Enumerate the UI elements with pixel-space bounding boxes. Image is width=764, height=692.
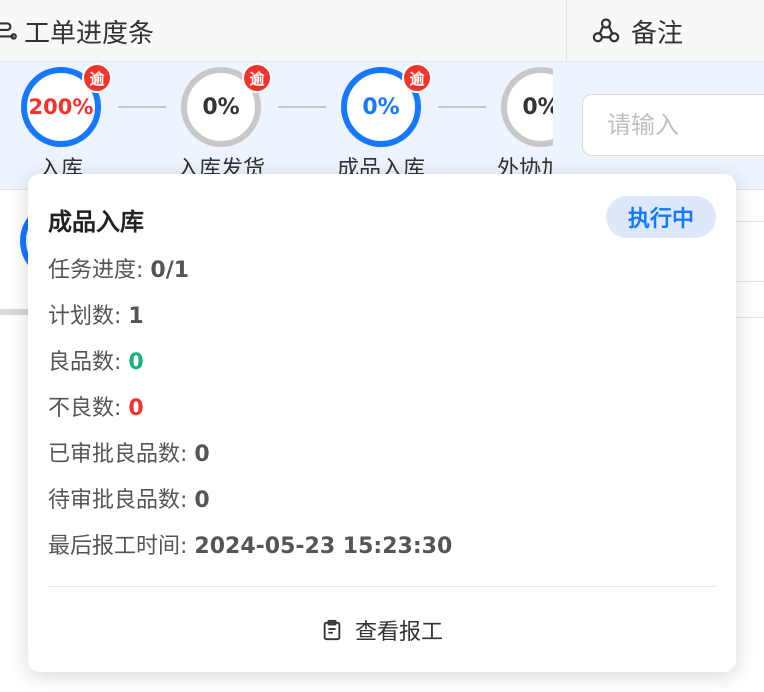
row-divider [736,281,764,282]
overdue-badge: 逾 [82,63,112,93]
table-header: 工单进度条 备注 [0,0,764,62]
remark-input[interactable] [582,94,764,156]
last-report-time-row: 最后报工时间: 2024-05-23 15:23:30 [48,528,452,560]
remark-icon [592,18,620,43]
defect-count-row: 不良数: 0 [48,390,144,422]
task-progress-row: 任务进度: 0/1 [48,252,189,284]
progress-percent: 0% [202,94,240,120]
progress-percent: 0% [522,94,553,120]
popover-title: 成品入库 [48,208,144,236]
view-report-button[interactable]: 查看报工 [28,606,736,654]
progress-ring: 0% [501,67,553,147]
overdue-badge: 逾 [242,63,272,93]
info-value: 0 [194,442,210,467]
progress-percent: 200% [28,95,94,119]
view-report-label: 查看报工 [354,620,443,645]
progress-percent: 0% [362,94,400,120]
info-label: 不良数: [48,396,122,421]
info-label: 良品数: [48,350,122,375]
info-label: 已审批良品数: [48,442,188,467]
step-connector [118,106,166,108]
clipboard-icon [323,619,341,641]
info-value: 0 [194,488,210,513]
info-value: 1 [128,304,144,329]
table-row: 200% 逾 入库 0% 逾 入库发货 0% 逾 成品入库 0% [0,62,764,190]
info-label: 最后报工时间: [48,534,188,559]
info-label: 计划数: [48,304,122,329]
step-detail-popover: 成品入库 执行中 任务进度: 0/1 计划数: 1 良品数: 0 不良数: 0 … [28,174,736,672]
workflow-icon [0,22,17,40]
info-label: 待审批良品数: [48,488,188,513]
step-connector [278,106,326,108]
planned-count-row: 计划数: 1 [48,298,144,330]
pending-good-row: 待审批良品数: 0 [48,482,210,514]
row-divider [736,317,764,318]
good-count-row: 良品数: 0 [48,344,144,376]
remark-column-header: 备注 [566,0,764,62]
row-divider [736,221,764,222]
info-value: 2024-05-23 15:23:30 [194,534,453,559]
info-value: 0 [128,396,144,421]
progress-column-header: 工单进度条 [0,0,566,62]
remark-column-title: 备注 [631,18,684,49]
progress-steps: 200% 逾 入库 0% 逾 入库发货 0% 逾 成品入库 0% [0,62,553,190]
step-connector [438,106,486,108]
info-label: 任务进度: [48,258,144,283]
overdue-badge: 逾 [402,63,432,93]
popover-divider [48,586,716,587]
progress-column-title: 工单进度条 [24,18,155,49]
approved-good-row: 已审批良品数: 0 [48,436,210,468]
status-badge: 执行中 [606,196,716,238]
info-value: 0/1 [150,258,190,283]
info-value: 0 [128,350,144,375]
